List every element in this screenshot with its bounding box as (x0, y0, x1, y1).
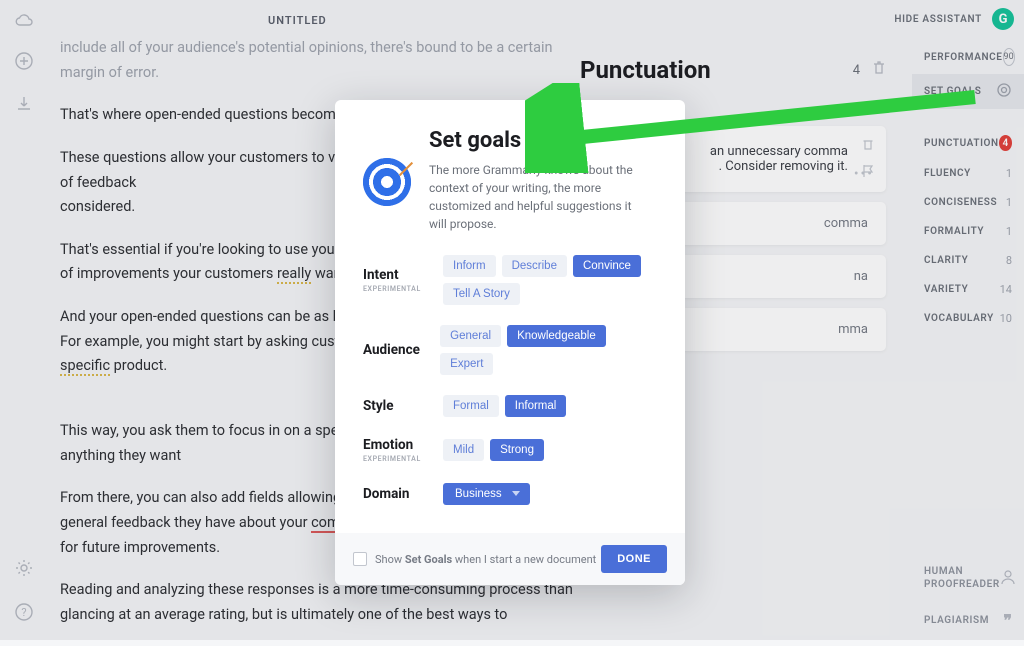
style-option-informal[interactable]: Informal (505, 395, 567, 417)
audience-label: Audience (363, 342, 440, 358)
experimental-tag: EXPERIMENTAL (363, 285, 443, 293)
done-button[interactable]: DONE (601, 545, 667, 573)
audience-option-expert[interactable]: Expert (440, 353, 493, 375)
show-goals-checkbox[interactable] (353, 552, 367, 566)
modal-title: Set goals (429, 128, 639, 153)
show-goals-label: Show Set Goals when I start a new docume… (375, 553, 596, 566)
style-option-formal[interactable]: Formal (443, 395, 499, 417)
experimental-tag: EXPERIMENTAL (363, 455, 443, 463)
audience-option-knowledgeable[interactable]: Knowledgeable (507, 325, 606, 347)
intent-option-convince[interactable]: Convince (573, 255, 641, 277)
intent-option-tell-a-story[interactable]: Tell A Story (443, 283, 520, 305)
set-goals-modal: Set goals The more Grammarly knows about… (335, 100, 685, 585)
domain-label: Domain (363, 486, 443, 502)
audience-option-general[interactable]: General (440, 325, 501, 347)
intent-option-inform[interactable]: Inform (443, 255, 496, 277)
intent-option-describe[interactable]: Describe (502, 255, 567, 277)
target-icon (363, 158, 411, 206)
emotion-option-mild[interactable]: Mild (443, 439, 484, 461)
intent-label: Intent (363, 267, 443, 283)
modal-description: The more Grammarly knows about the conte… (429, 161, 639, 233)
domain-select[interactable]: Business (443, 483, 530, 505)
style-label: Style (363, 398, 443, 414)
emotion-label: Emotion (363, 437, 443, 453)
emotion-option-strong[interactable]: Strong (490, 439, 544, 461)
